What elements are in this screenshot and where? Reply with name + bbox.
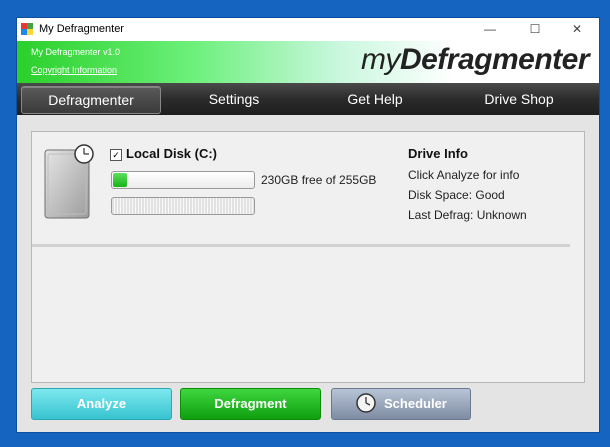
nav-bar: Defragmenter Settings Get Help Drive Sho… — [17, 83, 599, 115]
drive-info-line: Disk Space: Good — [408, 188, 505, 202]
clock-icon — [356, 393, 376, 413]
logo-main: Defragmenter — [399, 43, 590, 76]
defragment-button[interactable]: Defragment — [180, 388, 321, 420]
drive-info-line: Click Analyze for info — [408, 168, 520, 182]
drive-info-line: Last Defrag: Unknown — [408, 208, 527, 222]
tab-get-help[interactable]: Get Help — [329, 86, 421, 112]
app-window: My Defragmenter — ☐ ✕ My Defragmenter v1… — [16, 17, 600, 433]
app-logo: myDefragmenter — [360, 43, 590, 77]
header-banner: My Defragmenter v1.0 Copyright Informati… — [17, 41, 599, 83]
fragmentation-bar — [111, 197, 255, 215]
disk-panel: ✓ Local Disk (C:) 230GB free of 255GB Dr… — [31, 131, 585, 383]
tab-drive-shop[interactable]: Drive Shop — [469, 86, 569, 112]
maximize-button[interactable]: ☐ — [520, 20, 550, 38]
disk-label: Local Disk (C:) — [126, 146, 218, 161]
disk-checkbox[interactable]: ✓ — [110, 149, 122, 161]
analyze-button[interactable]: Analyze — [31, 388, 172, 420]
minimize-button[interactable]: — — [475, 20, 505, 38]
main-area: ✓ Local Disk (C:) 230GB free of 255GB Dr… — [17, 115, 599, 432]
close-button[interactable]: ✕ — [562, 20, 592, 38]
scheduler-label: Scheduler — [384, 396, 447, 411]
version-text: My Defragmenter v1.0 — [31, 47, 121, 57]
drive-info-title: Drive Info — [408, 146, 468, 161]
app-grid-icon — [21, 23, 33, 35]
disk-usage-fill — [113, 173, 128, 187]
tab-settings[interactable]: Settings — [189, 86, 279, 112]
disk-usage-bar — [111, 171, 255, 189]
hard-drive-icon — [44, 144, 94, 219]
scheduler-button[interactable]: Scheduler — [331, 388, 471, 420]
title-bar: My Defragmenter — ☐ ✕ — [17, 18, 599, 41]
tab-defragmenter[interactable]: Defragmenter — [21, 86, 161, 114]
divider — [32, 244, 570, 247]
logo-my: my — [360, 43, 401, 76]
free-space-text: 230GB free of 255GB — [261, 173, 377, 187]
copyright-link[interactable]: Copyright Information — [31, 65, 117, 75]
window-title: My Defragmenter — [39, 23, 124, 35]
